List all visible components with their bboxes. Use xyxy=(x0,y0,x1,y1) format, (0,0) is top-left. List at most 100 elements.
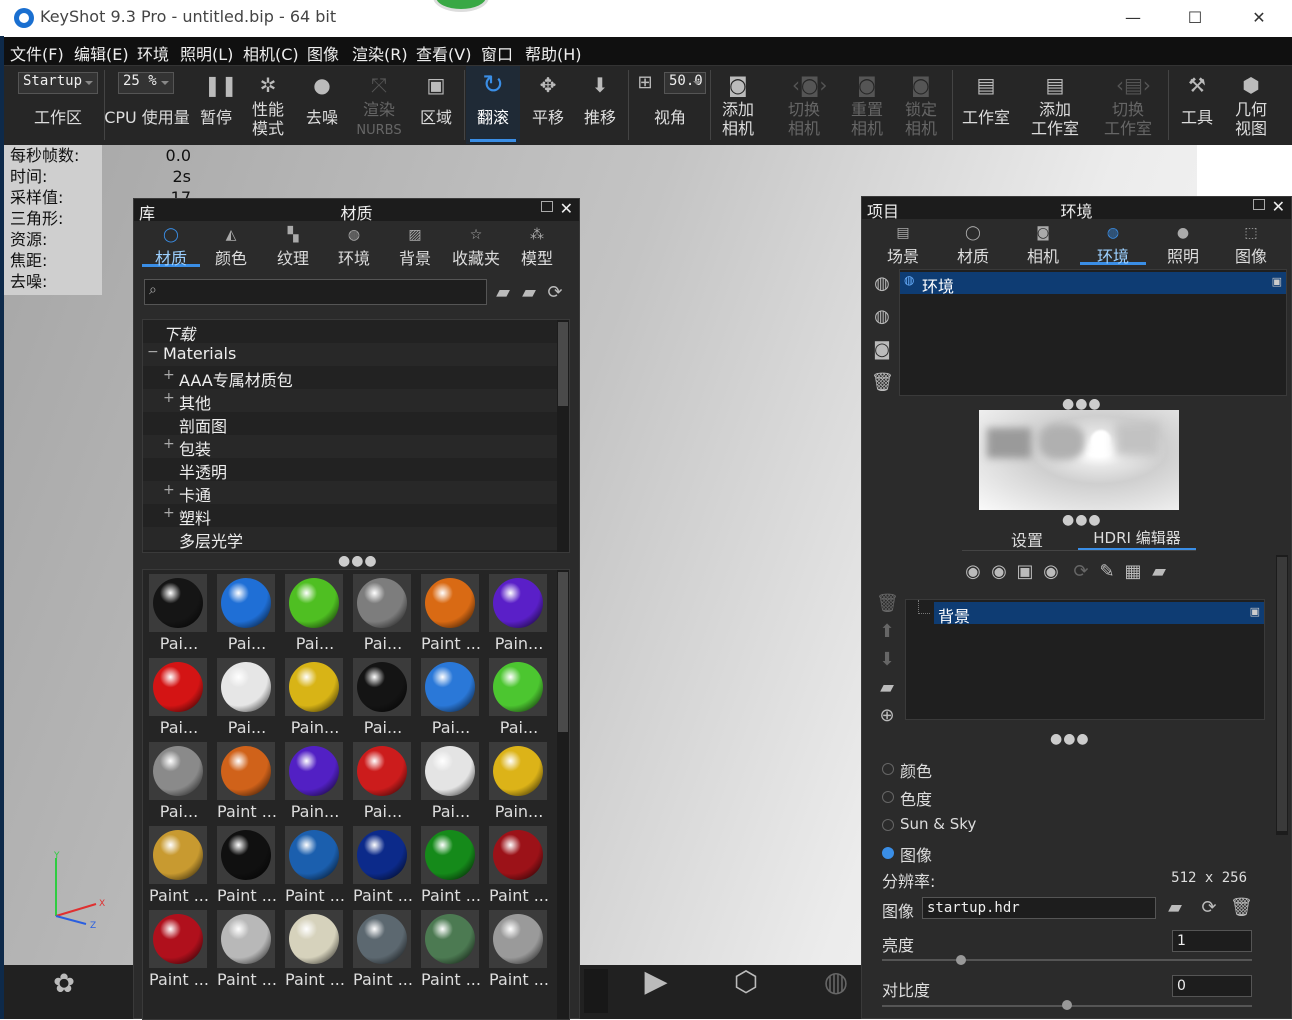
hdri-file-input[interactable]: startup.hdr xyxy=(922,897,1156,919)
dolly-button[interactable]: ⬇ 推移 xyxy=(574,66,626,144)
minimize-button[interactable]: — xyxy=(1110,4,1156,32)
tree-item[interactable]: 多层光学 xyxy=(143,527,557,551)
add-environment-icon[interactable]: ◍ xyxy=(871,273,893,295)
tree-item[interactable]: + 包装 xyxy=(143,435,557,459)
expander-icon[interactable]: + xyxy=(163,482,175,498)
delete-pin-icon[interactable]: 🗑 xyxy=(876,593,899,615)
maximize-button[interactable]: ☐ xyxy=(1172,4,1218,32)
material-thumbnail[interactable]: Paint ... xyxy=(349,908,413,989)
material-thumbnail[interactable]: Pai... xyxy=(145,572,207,653)
tools-button[interactable]: ⚒ 工具 xyxy=(1170,66,1224,144)
material-thumbnail[interactable]: Pai... xyxy=(213,656,275,737)
cloud-library-icon[interactable]: ✿ xyxy=(46,971,82,1009)
material-thumbnail[interactable]: Paint ... xyxy=(281,824,345,905)
radio-image[interactable] xyxy=(882,847,894,859)
pause-button[interactable]: ❚❚ 暂停 xyxy=(192,66,240,144)
add-folder-icon[interactable]: ▰ xyxy=(876,677,898,699)
material-thumbnail[interactable]: Paint ... xyxy=(485,824,549,905)
environment-globe-icon[interactable]: ◍ xyxy=(871,306,893,328)
expander-icon[interactable]: − xyxy=(147,344,159,360)
material-thumbnail[interactable]: Pain... xyxy=(281,740,343,821)
delete-environment-icon[interactable]: 🗑 xyxy=(871,372,894,394)
menu-help[interactable]: 帮助(H) xyxy=(525,41,582,65)
add-studio-button[interactable]: ▤ 添加 工作室 xyxy=(1022,66,1088,144)
tab-texture[interactable]: ▚ 纹理 xyxy=(262,223,324,268)
performance-mode-button[interactable]: ✲ 性能 模式 xyxy=(242,66,294,144)
subtab-hdri-editor[interactable]: HDRI 编辑器 xyxy=(1078,527,1196,551)
tab-backplate[interactable]: ▨ 背景 xyxy=(384,223,446,268)
menu-window[interactable]: 窗口 xyxy=(481,41,513,65)
material-thumbnail[interactable]: Paint ... xyxy=(417,572,481,653)
tab-color[interactable]: ◭ 颜色 xyxy=(202,223,260,268)
close-window-button[interactable]: ✕ xyxy=(1236,4,1282,32)
add-folder-icon[interactable]: ▰ xyxy=(492,282,514,304)
duplicate-environment-icon[interactable]: ◙ xyxy=(871,339,893,361)
tree-item[interactable]: + 其他 xyxy=(143,389,557,413)
grid-scrollbar[interactable] xyxy=(557,570,569,1019)
float-icon[interactable] xyxy=(1253,199,1265,210)
pin-sun-icon[interactable]: ◉ xyxy=(988,561,1010,583)
geometry-view-button[interactable]: ⬢ 几何 视图 xyxy=(1224,66,1278,144)
brightness-slider-handle[interactable] xyxy=(956,955,966,965)
open-folder-icon[interactable]: ▰ xyxy=(1164,897,1186,919)
tab-model[interactable]: ⁂ 模型 xyxy=(508,223,566,268)
material-thumbnail[interactable]: Paint ... xyxy=(213,740,277,821)
close-library-button[interactable]: ✕ xyxy=(560,199,573,218)
pin-icon[interactable]: ◉ xyxy=(962,561,984,583)
expander-icon[interactable]: + xyxy=(163,505,175,521)
material-thumbnail[interactable]: Pai... xyxy=(349,740,411,821)
menu-render[interactable]: 渲染(R) xyxy=(352,41,408,65)
tab-scene[interactable]: ▤ 场景 xyxy=(872,221,934,266)
material-thumbnail[interactable]: Paint ... xyxy=(485,908,549,989)
material-thumbnail[interactable]: Pai... xyxy=(281,572,343,653)
material-thumbnail[interactable]: Paint ... xyxy=(145,824,209,905)
hdri-preview-image[interactable] xyxy=(979,410,1179,510)
save-hdri-icon[interactable]: ▦ xyxy=(1122,561,1144,583)
material-thumbnail[interactable]: Paint ... xyxy=(145,908,209,989)
eyedropper-icon[interactable]: ✎ xyxy=(1096,561,1118,583)
radio-sun-sky[interactable] xyxy=(882,819,894,831)
material-thumbnail[interactable]: Paint ... xyxy=(213,824,277,905)
menu-image[interactable]: 图像 xyxy=(307,41,339,65)
tree-item[interactable]: + 卡通 xyxy=(143,481,557,505)
subtab-settings[interactable]: 设置 xyxy=(962,527,1092,550)
export-hdri-icon[interactable]: ▰ xyxy=(1148,561,1170,583)
reload-icon[interactable]: ⟳ xyxy=(1198,897,1220,919)
properties-scrollbar[interactable] xyxy=(1276,555,1288,835)
material-thumbnail[interactable]: Pai... xyxy=(145,740,207,821)
material-thumbnail[interactable]: Pain... xyxy=(281,656,343,737)
lock-camera-button[interactable]: ◙ 锁定 相机 xyxy=(894,66,948,144)
splitter-handle[interactable]: ●●● xyxy=(1062,512,1102,528)
pin-add-icon[interactable]: ◉ xyxy=(1040,561,1062,583)
tab-favorites[interactable]: ☆ 收藏夹 xyxy=(446,223,506,268)
delete-icon[interactable]: 🗑 xyxy=(1230,897,1253,919)
material-thumbnail[interactable]: Pai... xyxy=(213,572,275,653)
switch-camera-button[interactable]: ‹◙› 切换 相机 xyxy=(772,66,836,144)
tree-item[interactable]: 下载 xyxy=(143,320,557,344)
tab-environment[interactable]: ◍ 环境 xyxy=(324,223,384,268)
tab-material[interactable]: ◯ 材质 xyxy=(142,223,200,268)
menu-file[interactable]: 文件(F) xyxy=(10,41,64,65)
background-pin-item[interactable]: 背景 ▣ xyxy=(934,602,1264,626)
contrast-slider-handle[interactable] xyxy=(1062,1000,1072,1010)
material-thumbnail[interactable]: Pai... xyxy=(417,740,479,821)
library-search-input[interactable]: ⌕ xyxy=(144,279,487,305)
menu-camera[interactable]: 相机(C) xyxy=(243,41,299,65)
refresh-icon[interactable]: ⟳ xyxy=(1070,561,1092,583)
render-nurbs-button[interactable]: ⤧ 渲染 NURBS xyxy=(350,66,408,144)
tree-item[interactable]: 剖面图 xyxy=(143,412,557,436)
move-up-icon[interactable]: ⬆ xyxy=(876,621,898,643)
tree-item[interactable]: + 塑料 xyxy=(143,504,557,528)
target-icon[interactable]: ⊕ xyxy=(876,705,898,727)
tree-item[interactable]: − Materials xyxy=(143,343,557,366)
tree-scrollbar[interactable] xyxy=(557,320,569,552)
material-thumbnail[interactable]: Paint ... xyxy=(417,824,481,905)
material-thumbnail[interactable]: Pai... xyxy=(145,656,207,737)
material-thumbnail[interactable]: Pain... xyxy=(485,740,547,821)
material-thumbnail[interactable]: Pai... xyxy=(485,656,547,737)
menu-environment[interactable]: 环境 xyxy=(137,41,169,65)
tab-camera[interactable]: ◙ 相机 xyxy=(1010,221,1076,266)
material-thumbnail[interactable]: Paint ... xyxy=(349,824,413,905)
material-thumbnail[interactable]: Paint ... xyxy=(281,908,345,989)
brightness-slider-track[interactable] xyxy=(882,959,1252,961)
